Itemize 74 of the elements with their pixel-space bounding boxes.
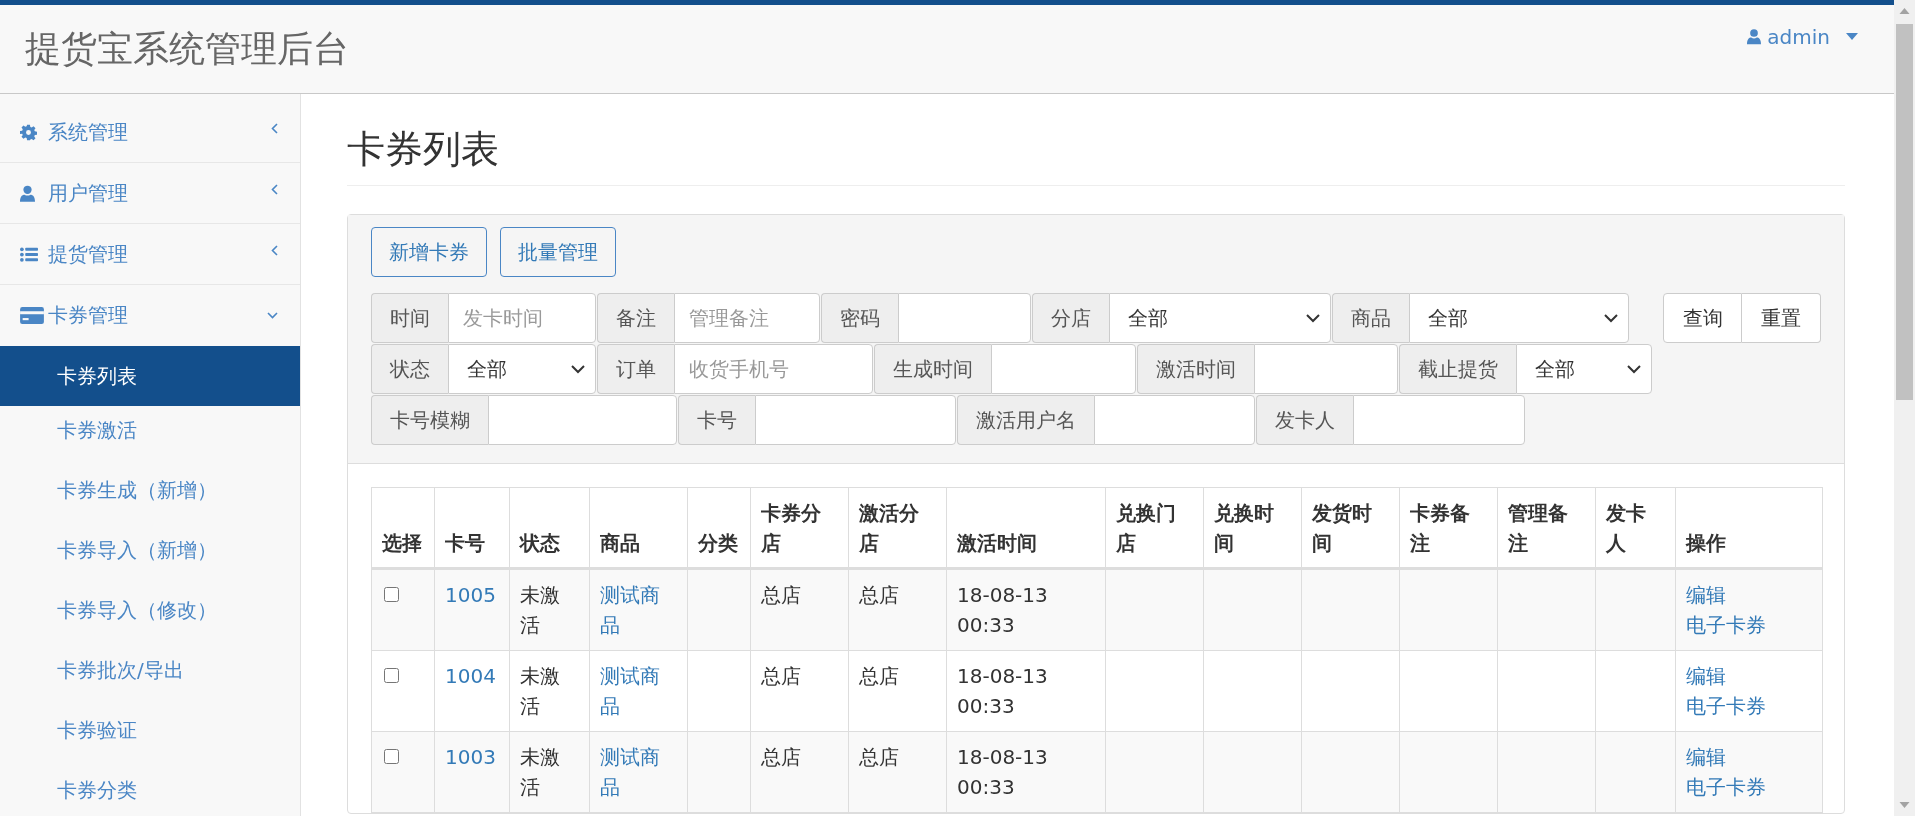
row-checkbox[interactable] bbox=[384, 668, 399, 683]
sidebar-subitem[interactable]: 卡券分类 bbox=[0, 766, 300, 815]
toolbar-button[interactable]: 新增卡券 bbox=[371, 227, 487, 277]
row-checkbox[interactable] bbox=[384, 587, 399, 602]
table-cell: 18-08-13 00:33 bbox=[946, 650, 1106, 732]
sidebar-item[interactable]: 用户管理 bbox=[0, 163, 300, 224]
field-label: 卡号 bbox=[678, 395, 755, 445]
sidebar-subitem[interactable]: 卡券导入（新增） bbox=[0, 526, 300, 575]
table-cell: 18-08-13 00:33 bbox=[946, 568, 1106, 651]
input-field[interactable] bbox=[1353, 395, 1525, 445]
toolbar-button[interactable]: 批量管理 bbox=[500, 227, 616, 277]
user-icon bbox=[20, 184, 35, 202]
field-label: 卡号模糊 bbox=[371, 395, 488, 445]
input-field[interactable]: 收货手机号 bbox=[674, 344, 873, 394]
sidebar-subitem[interactable]: 卡券导入（修改） bbox=[0, 586, 300, 635]
action-link[interactable]: 编辑 bbox=[1686, 580, 1726, 610]
input-field[interactable]: 管理备注 bbox=[674, 293, 820, 343]
sidebar-subitem[interactable]: 卡券激活 bbox=[0, 406, 300, 455]
table-cell: 未激活 bbox=[509, 650, 590, 732]
filter-button[interactable]: 查询 bbox=[1663, 293, 1742, 343]
field-label: 商品 bbox=[1331, 293, 1409, 343]
table-cell: 未激活 bbox=[509, 731, 590, 813]
sidebar-subitem[interactable]: 卡券批次/导出 bbox=[0, 646, 300, 695]
input-field[interactable] bbox=[755, 395, 956, 445]
list-icon bbox=[20, 246, 38, 262]
field-label: 截止提货 bbox=[1399, 344, 1516, 394]
sidebar-subitem[interactable]: 卡券列表 bbox=[0, 346, 300, 406]
action-link[interactable]: 电子卡券 bbox=[1686, 772, 1766, 802]
action-link[interactable]: 编辑 bbox=[1686, 742, 1726, 772]
table-cell: 总店 bbox=[848, 650, 947, 732]
field-label: 激活时间 bbox=[1137, 344, 1254, 394]
dropdown[interactable]: 全部 bbox=[1516, 344, 1652, 394]
action-link[interactable]: 编辑 bbox=[1686, 661, 1726, 691]
field-label: 分店 bbox=[1032, 293, 1109, 343]
table-cell: 18-08-13 00:33 bbox=[946, 731, 1106, 813]
credit-card-icon bbox=[20, 307, 44, 324]
input-field[interactable] bbox=[898, 293, 1031, 343]
table-cell: 总店 bbox=[750, 650, 849, 732]
input-field[interactable] bbox=[991, 344, 1136, 394]
dropdown[interactable]: 全部 bbox=[1408, 293, 1629, 343]
field-label: 生成时间 bbox=[874, 344, 991, 394]
sidebar-subitem[interactable]: 卡券生成（新增） bbox=[0, 466, 300, 515]
table-cell: 未激活 bbox=[509, 568, 590, 651]
gear-icon bbox=[20, 123, 37, 141]
table-cell: 总店 bbox=[750, 568, 849, 651]
field-label: 发卡人 bbox=[1256, 395, 1353, 445]
field-label: 密码 bbox=[821, 293, 898, 343]
sidebar-subitem[interactable]: 卡券验证 bbox=[0, 706, 300, 755]
caret-icon bbox=[1846, 33, 1858, 40]
field-label: 状态 bbox=[371, 344, 448, 394]
field-label: 备注 bbox=[597, 293, 674, 343]
app-title: 提货宝系统管理后台 bbox=[25, 26, 349, 71]
dropdown[interactable]: 全部 bbox=[448, 344, 596, 394]
field-label: 时间 bbox=[371, 293, 448, 343]
input-field[interactable] bbox=[488, 395, 677, 445]
filter-button[interactable]: 重置 bbox=[1742, 293, 1821, 343]
table-cell: 总店 bbox=[848, 731, 947, 813]
field-label: 订单 bbox=[597, 344, 674, 394]
user-menu[interactable]: admin bbox=[1747, 24, 1858, 49]
sidebar-item[interactable]: 卡券管理 bbox=[0, 285, 300, 346]
input-field[interactable]: 发卡时间 bbox=[448, 293, 596, 343]
table-cell: 总店 bbox=[848, 568, 947, 651]
user-icon bbox=[1747, 28, 1762, 45]
input-field[interactable] bbox=[1254, 344, 1398, 394]
dropdown[interactable]: 全部 bbox=[1109, 293, 1331, 343]
table-cell: 总店 bbox=[750, 731, 849, 813]
sidebar-item[interactable]: 提货管理 bbox=[0, 224, 300, 285]
page-heading: 卡券列表 bbox=[347, 124, 1845, 186]
sidebar-item[interactable]: 系统管理 bbox=[0, 102, 300, 163]
input-field[interactable] bbox=[1094, 395, 1255, 445]
field-label: 激活用户名 bbox=[957, 395, 1094, 445]
row-checkbox[interactable] bbox=[384, 749, 399, 764]
action-link[interactable]: 电子卡券 bbox=[1686, 610, 1766, 640]
action-link[interactable]: 电子卡券 bbox=[1686, 691, 1766, 721]
